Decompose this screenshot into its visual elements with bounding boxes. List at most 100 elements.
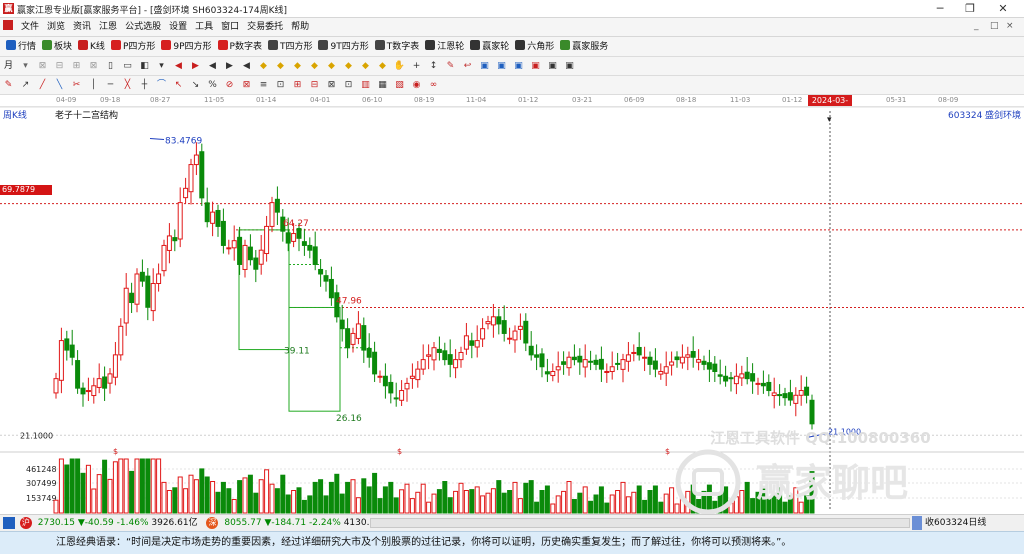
toolbar-12-button[interactable]: 六角形	[512, 37, 557, 57]
menu-trade[interactable]: 交易委托	[243, 18, 287, 37]
indicator-tool-4-icon[interactable]: ╲	[53, 79, 66, 92]
volume-bar	[64, 464, 70, 514]
draw-tool-7-icon[interactable]: ▯	[104, 60, 117, 73]
menu-help[interactable]: 帮助	[287, 18, 313, 37]
child-restore-icon[interactable]: □	[990, 21, 999, 31]
child-close-icon[interactable]: ×	[1006, 21, 1014, 31]
draw-tool-11-icon[interactable]: ◀	[172, 60, 185, 73]
draw-tool-33-icon[interactable]: ▣	[546, 60, 559, 73]
indicator-tool-17-icon[interactable]: ⊡	[274, 79, 287, 92]
draw-tool-6-icon[interactable]: ⊠	[87, 60, 100, 73]
draw-tool-9-icon[interactable]: ◧	[138, 60, 151, 73]
toolbar-4-button[interactable]: P四方形	[108, 37, 158, 57]
volume-bar	[237, 480, 243, 514]
indicator-tool-13-icon[interactable]: %	[206, 79, 219, 92]
window-icon[interactable]	[912, 516, 922, 530]
indicator-tool-5-icon[interactable]: ✂	[70, 79, 83, 92]
draw-tool-17-icon[interactable]: ◆	[274, 60, 287, 73]
draw-tool-16-icon[interactable]: ◆	[257, 60, 270, 73]
toolbar-3-button[interactable]: K线	[75, 37, 108, 57]
indicator-tool-23-icon[interactable]: ▦	[376, 79, 389, 92]
toolbar-9-button[interactable]: T数字表	[372, 37, 423, 57]
indicator-tool-15-icon[interactable]: ⊠	[240, 79, 253, 92]
menu-browse[interactable]: 浏览	[43, 18, 69, 37]
draw-tool-19-icon[interactable]: ◆	[308, 60, 321, 73]
draw-tool-8-icon[interactable]: ▭	[121, 60, 134, 73]
toolbar-2-button[interactable]: 板块	[39, 37, 75, 57]
toolbar-1-button[interactable]: 行情	[3, 37, 39, 57]
draw-tool-28-icon[interactable]: ↩	[461, 60, 474, 73]
draw-tool-23-icon[interactable]: ◆	[376, 60, 389, 73]
draw-tool-15-icon[interactable]: ◀	[240, 60, 253, 73]
draw-tool-4-icon[interactable]: ⊟	[53, 60, 66, 73]
draw-tool-34-icon[interactable]: ▣	[563, 60, 576, 73]
draw-tool-3-icon[interactable]: ⊠	[36, 60, 49, 73]
indicator-tool-21-icon[interactable]: ⊡	[342, 79, 355, 92]
maximize-button[interactable]: ❐	[955, 1, 985, 17]
draw-tool-31-icon[interactable]: ▣	[512, 60, 525, 73]
menu-formula[interactable]: 公式选股	[121, 18, 165, 37]
close-button[interactable]: ✕	[988, 1, 1018, 17]
draw-tool-21-icon[interactable]: ◆	[342, 60, 355, 73]
menu-info[interactable]: 资讯	[69, 18, 95, 37]
draw-tool-5-icon[interactable]: ⊞	[70, 60, 83, 73]
indicator-tool-10-icon[interactable]: ⌒	[155, 79, 168, 92]
draw-tool-24-icon[interactable]: ✋	[393, 60, 406, 73]
minimize-button[interactable]: ─	[925, 1, 955, 17]
menu-tools[interactable]: 工具	[191, 18, 217, 37]
toolbar-5-button[interactable]: 9P四方形	[158, 37, 214, 57]
draw-tool-14-icon[interactable]: ▶	[223, 60, 236, 73]
draw-tool-20-icon[interactable]: ◆	[325, 60, 338, 73]
menu-settings[interactable]: 设置	[165, 18, 191, 37]
indicator-tool-11-icon[interactable]: ↖	[172, 79, 185, 92]
draw-tool-1-icon[interactable]: 月	[2, 60, 15, 73]
toolbar-10-button[interactable]: 江恩轮	[422, 37, 467, 57]
sh-index-icon[interactable]	[3, 517, 15, 529]
indicator-tool-18-icon[interactable]: ⊞	[291, 79, 304, 92]
menu-app-icon[interactable]	[0, 18, 17, 37]
draw-tool-13-icon[interactable]: ◀	[206, 60, 219, 73]
draw-tool-30-icon[interactable]: ▣	[495, 60, 508, 73]
menu-gann[interactable]: 江恩	[95, 18, 121, 37]
indicator-tool-7-icon[interactable]: ─	[104, 79, 117, 92]
child-minimize-icon[interactable]: _	[974, 21, 979, 31]
draw-tool-12-icon[interactable]: ▶	[189, 60, 202, 73]
draw-tool-29-icon[interactable]: ▣	[478, 60, 491, 73]
candle-body	[631, 351, 637, 354]
candle-body	[96, 378, 102, 388]
draw-tool-26-icon[interactable]: ↕	[427, 60, 440, 73]
candle-body	[507, 337, 513, 340]
indicator-tool-2-icon[interactable]: ↗	[19, 79, 32, 92]
draw-tool-32-icon[interactable]: ▣	[529, 60, 542, 73]
toolbar-13-button[interactable]: 赢家服务	[557, 37, 611, 57]
indicator-tool-6-icon[interactable]: │	[87, 79, 100, 92]
watermark-logo: 赢家聊吧	[675, 449, 908, 514]
draw-tool-2-icon[interactable]: ▾	[19, 60, 32, 73]
indicator-tool-16-icon[interactable]: ≡	[257, 79, 270, 92]
toolbar-8-button[interactable]: 9T四方形	[315, 37, 371, 57]
indicator-tool-3-icon[interactable]: ╱	[36, 79, 49, 92]
toolbar-6-button[interactable]: P数字表	[215, 37, 265, 57]
volume-bar	[420, 483, 426, 514]
horizontal-scrollbar[interactable]	[370, 518, 910, 528]
indicator-tool-26-icon[interactable]: ∞	[427, 79, 440, 92]
indicator-tool-25-icon[interactable]: ◉	[410, 79, 423, 92]
draw-tool-10-icon[interactable]: ▾	[155, 60, 168, 73]
indicator-tool-8-icon[interactable]: ╳	[121, 79, 134, 92]
draw-tool-25-icon[interactable]: +	[410, 60, 423, 73]
indicator-tool-9-icon[interactable]: ┼	[138, 79, 151, 92]
indicator-tool-14-icon[interactable]: ⊘	[223, 79, 236, 92]
menu-file[interactable]: 文件	[17, 18, 43, 37]
draw-tool-18-icon[interactable]: ◆	[291, 60, 304, 73]
indicator-tool-20-icon[interactable]: ⊠	[325, 79, 338, 92]
indicator-tool-22-icon[interactable]: ▥	[359, 79, 372, 92]
draw-tool-22-icon[interactable]: ◆	[359, 60, 372, 73]
menu-window[interactable]: 窗口	[217, 18, 243, 37]
indicator-tool-24-icon[interactable]: ▧	[393, 79, 406, 92]
indicator-tool-19-icon[interactable]: ⊟	[308, 79, 321, 92]
toolbar-11-button[interactable]: 赢家轮	[467, 37, 512, 57]
indicator-tool-12-icon[interactable]: ↘	[189, 79, 202, 92]
indicator-tool-1-icon[interactable]: ✎	[2, 79, 15, 92]
toolbar-7-button[interactable]: T四方形	[265, 37, 316, 57]
draw-tool-27-icon[interactable]: ✎	[444, 60, 457, 73]
